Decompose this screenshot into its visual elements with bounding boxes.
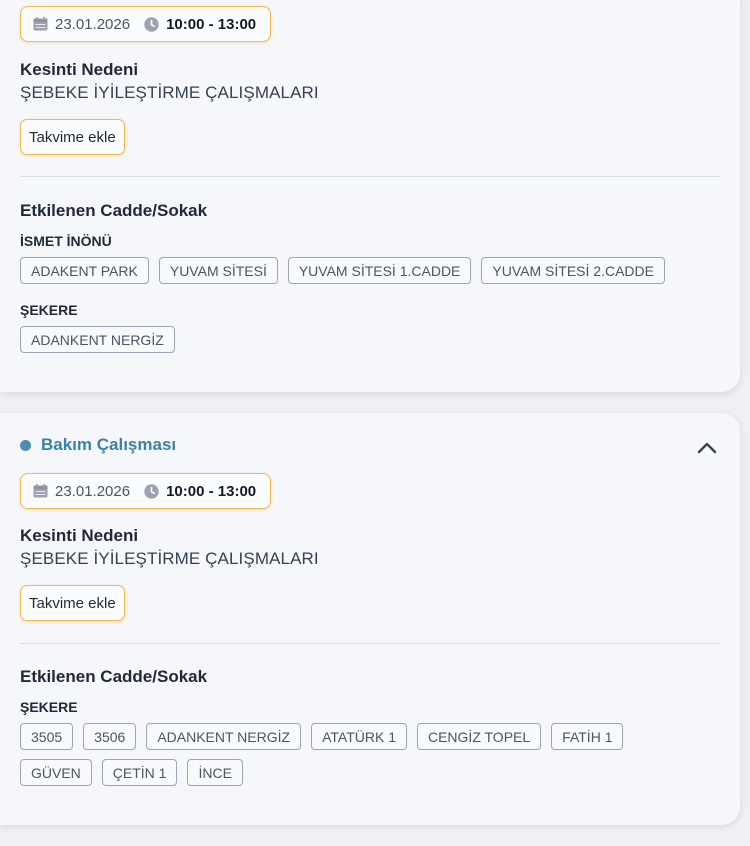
street-chip-list: ADAKENT PARK YUVAM SİTESİ YUVAM SİTESİ 1… (20, 257, 665, 284)
street-chip: ADAKENT PARK (20, 257, 149, 284)
outage-card-2: Bakım Çalışması 23.01.2026 10:00 - 13:00… (0, 413, 740, 825)
add-to-calendar-button[interactable]: Takvime ekle (20, 119, 125, 155)
status-dot-icon (20, 439, 31, 451)
street-chip: ATATÜRK 1 (311, 723, 407, 750)
outage-time: 10:00 - 13:00 (166, 482, 257, 500)
neighborhood-name: ŞEKERE (20, 699, 78, 715)
street-chip: ADANKENT NERGİZ (20, 326, 175, 353)
outage-time: 10:00 - 13:00 (166, 15, 257, 33)
street-chip: CENGİZ TOPEL (416, 723, 542, 750)
calendar-icon (33, 484, 48, 498)
status-label: Bakım Çalışması (41, 435, 177, 454)
street-chip: 3506 (83, 723, 137, 750)
calendar-icon (33, 17, 48, 31)
outage-card-1: 23.01.2026 10:00 - 13:00 Kesinti Nedeni … (0, 0, 740, 392)
affected-streets-title: Etkilenen Cadde/Sokak (20, 667, 208, 686)
street-chip: GÜVEN (20, 759, 92, 786)
date-time-pill: 23.01.2026 10:00 - 13:00 (20, 473, 272, 509)
street-chip-list: 3505 3506 ADANKENT NERGİZ ATATÜRK 1 CENG… (20, 723, 700, 786)
street-chip: ÇETİN 1 (101, 759, 178, 786)
street-chip: İNCE (187, 759, 243, 786)
outage-date: 23.01.2026 (55, 482, 131, 500)
outage-date: 23.01.2026 (55, 15, 131, 33)
date-time-pill: 23.01.2026 10:00 - 13:00 (20, 6, 272, 42)
street-chip-list: ADANKENT NERGİZ (20, 326, 175, 353)
street-chip: YUVAM SİTESİ (158, 257, 278, 284)
reason-title: Kesinti Nedeni (20, 60, 139, 79)
neighborhood-name: ŞEKERE (20, 302, 78, 318)
divider (20, 643, 720, 644)
street-chip: ADANKENT NERGİZ (146, 723, 302, 750)
divider (20, 176, 720, 177)
affected-streets-title: Etkilenen Cadde/Sokak (20, 201, 208, 220)
clock-icon (144, 16, 159, 32)
street-chip: FATİH 1 (551, 723, 624, 750)
street-chip: 3505 (20, 723, 74, 750)
neighborhood-name: İSMET İNÖNÜ (20, 233, 112, 249)
reason-text: ŞEBEKE İYİLEŞTİRME ÇALIŞMALARI (20, 83, 319, 102)
add-to-calendar-button[interactable]: Takvime ekle (20, 585, 125, 621)
chevron-up-icon[interactable] (694, 435, 720, 461)
status-row: Bakım Çalışması (20, 435, 176, 455)
street-chip: YUVAM SİTESİ 2.CADDE (481, 257, 665, 284)
reason-title: Kesinti Nedeni (20, 526, 139, 545)
reason-text: ŞEBEKE İYİLEŞTİRME ÇALIŞMALARI (20, 549, 319, 568)
street-chip: YUVAM SİTESİ 1.CADDE (287, 257, 472, 284)
clock-icon (144, 483, 159, 499)
